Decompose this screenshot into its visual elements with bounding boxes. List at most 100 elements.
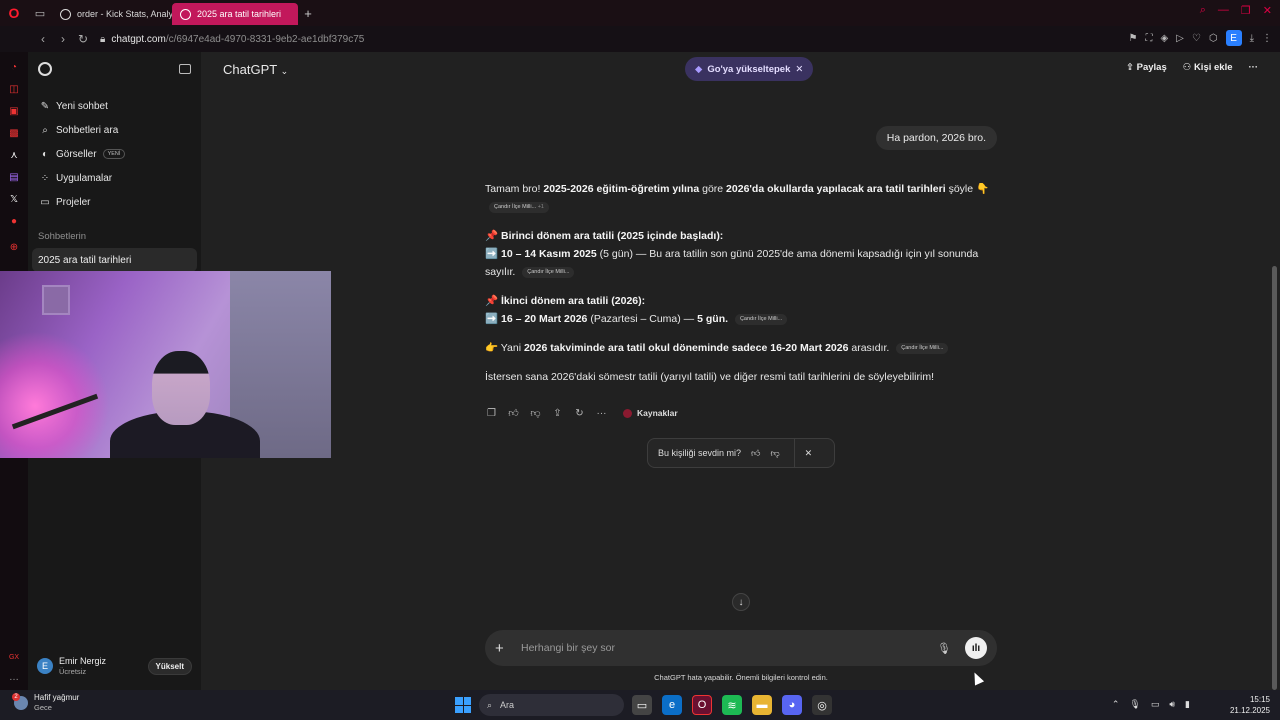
tab-chatgpt[interactable]: 2025 ara tatil tarihleri (172, 3, 298, 25)
sidebar-item-projects[interactable]: ▭ Projeler (28, 190, 201, 214)
back-icon[interactable]: ‹ (34, 32, 52, 46)
chats-section-title: Sohbetlerin (38, 231, 87, 242)
chat-main: ChatGPT ⌄ ◆ Go'ya yükseltерek ✕ ⇪ Paylaş… (201, 52, 1280, 690)
arrow-down-icon: ↓ (738, 596, 744, 608)
sidebar-item-search-chats[interactable]: ⌕ Sohbetleri ara (28, 118, 201, 142)
person-icon: ⚇ (1182, 62, 1192, 73)
profile-avatar[interactable]: E (1225, 30, 1242, 46)
add-person-button[interactable]: ⚇ Kişi ekle (1183, 62, 1233, 73)
maximize-icon[interactable]: ❐ (1241, 4, 1251, 17)
sidebar-item-new-chat[interactable]: ✎ Yeni sohbet (28, 94, 201, 118)
thumbs-up-icon[interactable]: 👍︎ (507, 407, 520, 419)
sidebar-item-images[interactable]: ◐ Görseller YENİ (28, 142, 201, 166)
chevron-up-icon[interactable]: ⌃ (1112, 699, 1120, 710)
source-favicon-icon (623, 408, 632, 418)
more-options-icon[interactable]: ··· (1249, 62, 1259, 73)
heart-icon[interactable]: ♡ (1192, 33, 1201, 44)
user-name: Emir Nergiz (59, 656, 107, 666)
edge-icon[interactable]: e (662, 695, 682, 715)
volume-icon[interactable]: 🔊︎ (1169, 699, 1175, 710)
sidebar-item-apps[interactable]: ⁘ Uygulamalar (28, 166, 201, 190)
answer-offer: İstersen sana 2026'daki sömestr tatili (… (485, 371, 935, 383)
tab-kick-stats[interactable]: order - Kick Stats, Analyt (52, 3, 172, 25)
microphone-icon[interactable]: 🎙︎ (1129, 699, 1140, 710)
play-icon[interactable]: ▷ (1176, 33, 1184, 44)
citation-chip[interactable]: Çandır İlçe Milli... (896, 342, 949, 354)
openai-logo-icon[interactable] (38, 62, 52, 76)
steam-icon[interactable]: ◎ (812, 695, 832, 715)
chatgpt-strip-icon[interactable]: ⋏ (0, 144, 28, 166)
bag-icon[interactable]: ◫ (0, 78, 28, 100)
file-explorer-icon[interactable]: ▬ (752, 695, 772, 715)
display-icon[interactable]: ▭ (1151, 699, 1160, 710)
thumbs-down-icon[interactable]: 👎︎ (770, 448, 779, 459)
menu-icon[interactable]: ⋮ (1262, 33, 1272, 44)
taskbar-search[interactable]: ⌕ Ara (479, 694, 624, 716)
close-icon[interactable]: ✕ (805, 448, 813, 459)
extensions-icon[interactable]: ⬡ (1209, 33, 1218, 44)
player-icon[interactable]: ▣ (0, 100, 28, 122)
aria-icon[interactable]: ◔ (0, 56, 28, 78)
close-icon[interactable]: ✕ (1263, 4, 1272, 17)
dismiss-icon[interactable]: ✕ (795, 64, 803, 75)
citation-chip[interactable]: Çandır İlçe Milli... (734, 313, 788, 325)
upgrade-button[interactable]: Yükselt (147, 657, 192, 675)
regenerate-icon[interactable]: ↻ (573, 408, 586, 419)
share-icon[interactable]: ⇪ (551, 408, 564, 419)
minimize-icon[interactable]: — (1218, 4, 1229, 17)
prompt-input[interactable] (521, 642, 938, 654)
sidebar-toggle-icon[interactable] (179, 64, 191, 74)
sources-button[interactable]: Kaynaklar (623, 408, 678, 418)
microphone-icon[interactable]: 🎙︎ (937, 642, 951, 655)
forward-icon[interactable]: › (54, 32, 72, 46)
download-icon[interactable]: ⤓ (1250, 33, 1254, 44)
user-account[interactable]: E Emir Nergiz Ücretsiz Yükselt (28, 652, 201, 680)
model-selector[interactable]: ChatGPT ⌄ (223, 62, 288, 77)
task-view-icon[interactable]: ▭ (632, 695, 652, 715)
opera-gx-icon[interactable]: O (692, 695, 712, 715)
vpn-icon[interactable]: ◈ (1160, 33, 1168, 44)
personality-feedback: Bu kişiliği sevdin mi? 👍︎ 👎︎ ✕ (647, 438, 835, 468)
citation-chip[interactable]: Çandır İlçe Milli... +1 (489, 201, 549, 213)
discord-icon[interactable]: ◕ (782, 695, 802, 715)
more-icon[interactable]: … (0, 666, 28, 688)
upgrade-go-label: Go'ya yükseltерek (707, 63, 791, 75)
share-button[interactable]: ⇪ Paylaş (1126, 62, 1167, 73)
reload-icon[interactable]: ↻ (74, 32, 92, 46)
spotify-icon[interactable]: ≋ (722, 695, 742, 715)
thumbs-down-icon[interactable]: 👎︎ (529, 407, 542, 419)
weather-widget[interactable]: 2 Hafif yağmur Gece (12, 692, 80, 712)
gx-icon[interactable]: GX (0, 646, 28, 668)
opera-logo-icon[interactable]: O (0, 0, 28, 26)
add-icon[interactable]: ⊕ (0, 236, 28, 258)
more-icon[interactable]: ··· (595, 408, 608, 419)
url-host: chatgpt.com (111, 33, 166, 45)
workspaces-icon[interactable]: ▭ (28, 0, 52, 26)
scrollbar[interactable] (1272, 266, 1277, 690)
scroll-down-button[interactable]: ↓ (732, 593, 750, 611)
copy-icon[interactable]: ❐ (485, 408, 498, 419)
citation-chip[interactable]: Çandır İlçe Milli... (522, 266, 575, 278)
bookmark-icon[interactable]: ⚑ (1129, 33, 1138, 44)
battery-icon[interactable]: ▮ (1185, 699, 1190, 710)
chat-history-item[interactable]: 2025 ara tatil tarihleri (32, 248, 197, 272)
snapshot-icon[interactable]: ⛶ (1145, 33, 1152, 44)
x-icon[interactable]: 𝕏 (0, 188, 28, 210)
plus-icon[interactable]: + (495, 640, 511, 657)
start-button[interactable] (455, 697, 471, 713)
reddit-icon[interactable]: ● (0, 210, 28, 232)
tab-label: 2025 ara tatil tarihleri (197, 9, 282, 19)
twitch-icon[interactable]: ▤ (0, 166, 28, 188)
url-field[interactable]: 🔒︎ chatgpt.com/c/6947e4ad-4970-8331-9eb2… (100, 34, 364, 45)
gx-corner-icon[interactable]: ▩ (0, 122, 28, 144)
upgrade-go-pill[interactable]: ◆ Go'ya yükseltерek ✕ (685, 57, 814, 81)
window-controls: ⌕ — ❐ ✕ (1200, 4, 1272, 17)
new-tab-button[interactable]: + (298, 6, 318, 21)
weather-title: Hafif yağmur (34, 693, 80, 702)
search-tabs-icon[interactable]: ⌕ (1200, 4, 1206, 17)
clock[interactable]: 15:15 21.12.2025 (1230, 694, 1270, 716)
voice-mode-button[interactable]: ılı (965, 637, 987, 659)
site-info-icon[interactable]: 🔒︎ (100, 34, 105, 45)
thumbs-up-icon[interactable]: 👍︎ (751, 448, 760, 459)
url-path: /c/6947e4ad-4970-8331-9eb2-ae1dbf379c75 (165, 33, 365, 45)
